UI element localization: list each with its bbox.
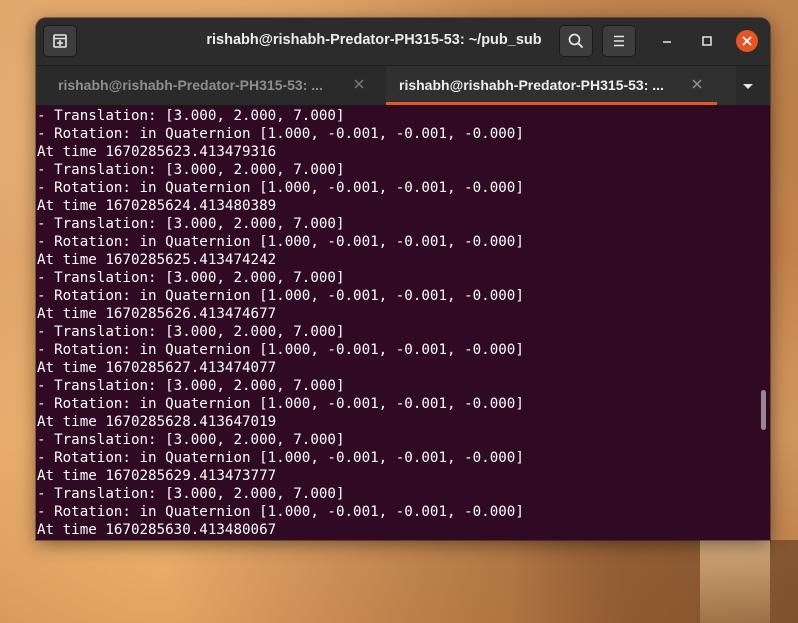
terminal-line: - Rotation: in Quaternion [1.000, -0.001… — [37, 342, 524, 358]
scrollbar-thumb[interactable] — [761, 390, 766, 430]
search-icon — [568, 33, 583, 48]
terminal-line: At time 1670285626.413474677 — [37, 306, 277, 322]
terminal-line: - Rotation: in Quaternion [1.000, -0.001… — [37, 396, 524, 412]
terminal-line: - Rotation: in Quaternion [1.000, -0.001… — [37, 288, 524, 304]
terminal-line: - Translation: [3.000, 2.000, 7.000] — [37, 162, 345, 178]
terminal-line: At time 1670285624.413480389 — [37, 198, 277, 214]
search-button[interactable] — [559, 25, 593, 57]
tab-2-active[interactable]: rishabh@rishabh-Predator-PH315-53: ... — [386, 66, 736, 105]
terminal-line: - Translation: [3.000, 2.000, 7.000] — [37, 216, 345, 232]
terminal-line: - Translation: [3.000, 2.000, 7.000] — [37, 486, 345, 502]
terminal-line: - Translation: [3.000, 2.000, 7.000] — [37, 270, 345, 286]
chevron-down-icon — [743, 84, 753, 89]
new-tab-icon — [53, 34, 67, 48]
scrollbar[interactable] — [758, 106, 770, 540]
new-tab-button[interactable] — [43, 25, 77, 57]
terminal-line: At time 1670285630.413480067 — [37, 522, 277, 538]
tab-label: rishabh@rishabh-Predator-PH315-53: ... — [58, 77, 323, 93]
terminal-line: - Rotation: in Quaternion [1.000, -0.001… — [37, 180, 524, 196]
tab-close-button[interactable] — [689, 76, 705, 92]
window-title: rishabh@rishabh-Predator-PH315-53: ~/pub… — [206, 32, 542, 48]
maximize-icon — [702, 36, 712, 46]
terminal-line: - Translation: [3.000, 2.000, 7.000] — [37, 324, 345, 340]
hamburger-menu-icon — [614, 35, 624, 47]
tab-label: rishabh@rishabh-Predator-PH315-53: ... — [399, 77, 664, 93]
terminal-window: rishabh@rishabh-Predator-PH315-53: ~/pub… — [36, 18, 770, 540]
terminal-line: At time 1670285623.413479316 — [37, 144, 277, 160]
terminal-line: At time 1670285625.413474242 — [37, 252, 277, 268]
tab-close-button[interactable] — [351, 76, 367, 92]
terminal-line: At time 1670285627.413474077 — [37, 360, 277, 376]
terminal-line: - Rotation: in Quaternion [1.000, -0.001… — [37, 126, 524, 142]
close-window-button[interactable] — [736, 30, 758, 52]
tab-1[interactable]: rishabh@rishabh-Predator-PH315-53: ... — [36, 66, 386, 105]
close-icon — [692, 79, 702, 89]
minimize-icon — [663, 41, 671, 43]
terminal-line: - Translation: [3.000, 2.000, 7.000] — [37, 378, 345, 394]
terminal-line: At time 1670285629.413473777 — [37, 468, 277, 484]
header-bar: rishabh@rishabh-Predator-PH315-53: ~/pub… — [36, 18, 770, 66]
maximize-button[interactable] — [696, 30, 718, 52]
tab-bar: rishabh@rishabh-Predator-PH315-53: ... r… — [36, 66, 770, 106]
close-icon — [354, 79, 364, 89]
terminal-line: - Rotation: in Quaternion [1.000, -0.001… — [37, 450, 524, 466]
terminal-line: - Translation: [3.000, 2.000, 7.000] — [37, 108, 345, 124]
menu-button[interactable] — [602, 25, 636, 57]
terminal-line: - Translation: [3.000, 2.000, 7.000] — [37, 432, 345, 448]
terminal-line: - Rotation: in Quaternion [1.000, -0.001… — [37, 504, 524, 520]
terminal-output[interactable]: - Translation: [3.000, 2.000, 7.000] - Ro… — [36, 106, 758, 540]
terminal-line: At time 1670285628.413647019 — [37, 414, 277, 430]
minimize-button[interactable] — [656, 30, 678, 52]
terminal-line: - Rotation: in Quaternion [1.000, -0.001… — [37, 234, 524, 250]
close-icon — [742, 36, 752, 46]
wallpaper-highlight — [700, 540, 770, 623]
tabs-dropdown-button[interactable] — [736, 76, 760, 96]
